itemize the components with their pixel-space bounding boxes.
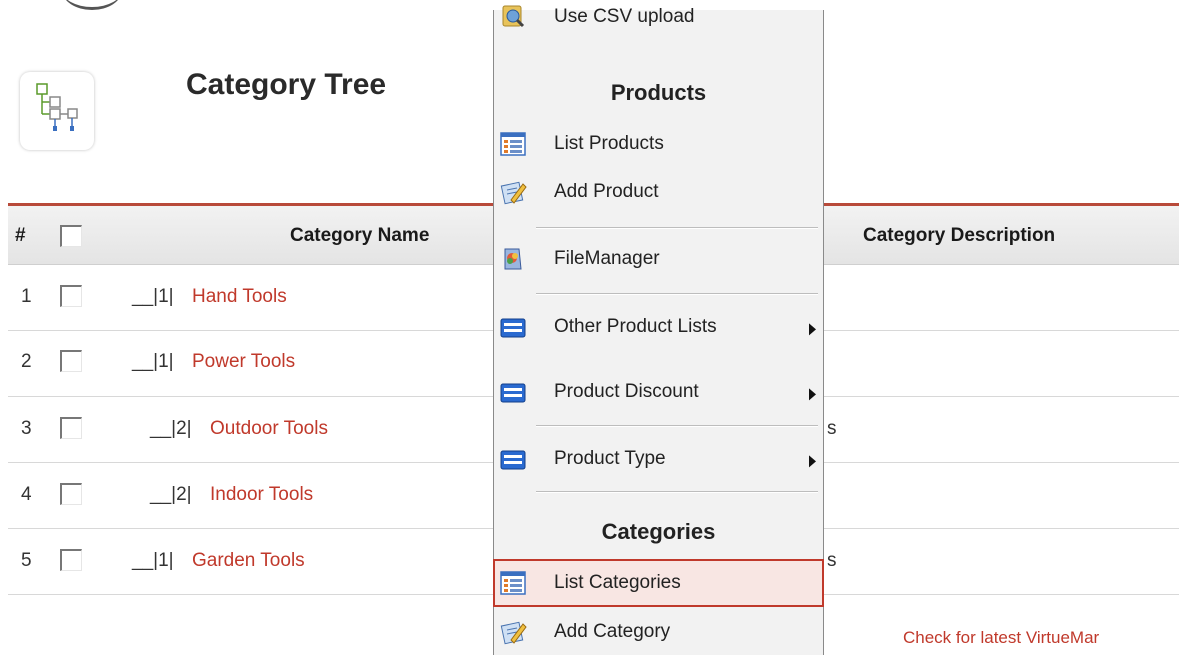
tree-level-prefix: __|1| — [132, 550, 174, 571]
row-checkbox[interactable] — [60, 285, 82, 307]
submenu-arrow-icon — [809, 455, 816, 468]
menu-item-list-categories[interactable]: List Categories — [493, 559, 824, 607]
submenu-arrow-icon — [809, 323, 816, 336]
header-partial-graphic — [62, 0, 122, 10]
folder-icon — [499, 313, 527, 341]
tree-level-prefix: __|2| — [150, 484, 192, 505]
column-header-num: # — [15, 225, 26, 246]
menu-separator — [536, 425, 818, 427]
row-number: 2 — [21, 351, 32, 372]
select-all-checkbox[interactable] — [60, 225, 82, 247]
row-number: 5 — [21, 550, 32, 571]
menu-item-other-product-lists[interactable]: Other Product Lists — [493, 305, 824, 349]
column-header-description[interactable]: Category Description — [863, 225, 1055, 247]
menu-item-label: Other Product Lists — [554, 316, 717, 337]
list-icon — [499, 569, 527, 597]
folder-icon — [499, 445, 527, 473]
row-checkbox[interactable] — [60, 350, 82, 372]
menu-item-filemanager[interactable]: FileManager — [493, 237, 824, 281]
category-link[interactable]: Garden Tools — [192, 550, 305, 572]
menu-item-label: Product Type — [554, 448, 666, 469]
menu-separator — [536, 293, 818, 295]
category-description: s — [827, 550, 837, 571]
folder-icon — [499, 378, 527, 406]
menu-item-label: Product Discount — [554, 381, 699, 402]
file-manager-icon — [499, 245, 527, 273]
menu-item-add-product[interactable]: Add Product — [493, 170, 824, 214]
row-number: 1 — [21, 286, 32, 307]
menu-item-label: FileManager — [554, 248, 660, 269]
menu-item-product-discount[interactable]: Product Discount — [493, 370, 824, 414]
add-edit-icon — [499, 618, 527, 646]
row-checkbox[interactable] — [60, 549, 82, 571]
list-icon — [499, 130, 527, 158]
menu-item-label: List Categories — [554, 572, 681, 593]
row-checkbox[interactable] — [60, 417, 82, 439]
menu-separator — [536, 227, 818, 229]
category-link[interactable]: Outdoor Tools — [210, 418, 328, 440]
menu-section-categories: Categories — [601, 519, 716, 544]
category-link[interactable]: Indoor Tools — [210, 484, 313, 506]
category-link[interactable]: Hand Tools — [192, 286, 287, 308]
category-tree-icon — [20, 72, 94, 150]
menu-item-label: Add Category — [554, 621, 671, 642]
category-link[interactable]: Power Tools — [192, 351, 295, 373]
row-number: 4 — [21, 484, 32, 505]
menu-item-list-products[interactable]: List Products — [493, 122, 824, 166]
menu-item-label: Use CSV upload — [554, 5, 695, 27]
menu-item-product-type[interactable]: Product Type — [493, 437, 824, 481]
menu-separator — [536, 491, 818, 493]
row-number: 3 — [21, 418, 32, 439]
column-header-name[interactable]: Category Name — [290, 225, 429, 247]
menu-item-use-csv-upload[interactable]: Use CSV upload — [493, 0, 824, 42]
menu-item-label: List Products — [554, 133, 664, 154]
category-description: s — [827, 418, 837, 439]
submenu-arrow-icon — [809, 388, 816, 401]
menu-section-products: Products — [610, 80, 707, 105]
check-latest-version-link[interactable]: Check for latest VirtueMar — [903, 628, 1099, 648]
menu-item-label: Add Product — [554, 181, 659, 202]
tree-level-prefix: __|1| — [132, 351, 174, 372]
add-edit-icon — [499, 178, 527, 206]
row-checkbox[interactable] — [60, 483, 82, 505]
tree-level-prefix: __|1| — [132, 286, 174, 307]
csv-upload-icon — [499, 3, 527, 31]
page-title: Category Tree — [186, 68, 387, 101]
tree-level-prefix: __|2| — [150, 418, 192, 439]
menu-item-add-category[interactable]: Add Category — [493, 610, 824, 654]
